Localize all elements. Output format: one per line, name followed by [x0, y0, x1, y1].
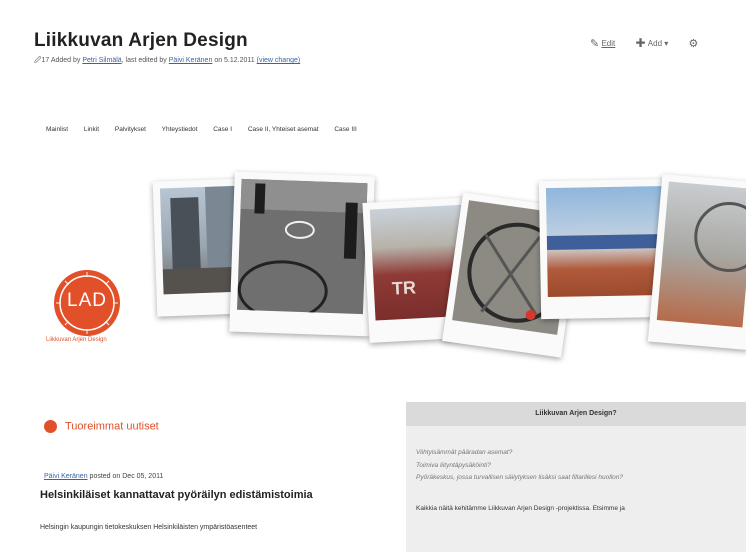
post-date: posted on Dec 05, 2011: [89, 473, 164, 480]
chevron-down-icon: ▾: [664, 38, 669, 48]
version-number: 17: [41, 57, 50, 64]
nav-item-case-2[interactable]: Case II, Yhteiset asemat: [248, 126, 319, 133]
wiki-page: Liikkuvan Arjen Design 🖉17 Added by Petr…: [0, 0, 746, 552]
edit-label: Edit: [601, 38, 616, 48]
page-metadata: 🖉17 Added by Petri Silmälä, last edited …: [34, 56, 300, 67]
main-navigation: Mainlist Linkit Palvitykset Yhteystiedot…: [46, 126, 371, 133]
sidebar-question: Viihtyisämmät pääradan asemat?: [416, 449, 513, 456]
edit-button[interactable]: ✎ Edit: [590, 37, 615, 50]
editor-link[interactable]: Päivi Keränen: [169, 57, 213, 64]
plus-icon: ✚: [635, 36, 646, 50]
view-change-link[interactable]: (view change): [257, 57, 301, 64]
edited-label: , last edited by: [121, 57, 167, 64]
sidebar-question: Pyöräkeskus, jossa turvallisen säilytyks…: [416, 474, 624, 481]
nav-item-mainlist[interactable]: Mainlist: [46, 126, 68, 133]
edit-date: on 5.12.2011: [214, 57, 255, 64]
banner-photo-bike-lane: [229, 171, 375, 337]
nav-item-linkit[interactable]: Linkit: [84, 126, 99, 133]
nav-item-case-1[interactable]: Case I: [213, 126, 232, 133]
sidebar-heading: Liikkuvan Arjen Design?: [406, 402, 746, 426]
post-excerpt: Helsingin kaupungin tietokeskuksen Helsi…: [40, 524, 258, 531]
author-link[interactable]: Petri Silmälä: [82, 57, 121, 64]
pencil-icon: ✎: [590, 37, 600, 50]
sidebar-question: Toimiva liityntäpysäköinti?: [416, 461, 491, 469]
news-heading: Tuoreimmat uutiset: [44, 420, 159, 433]
add-button[interactable]: ✚ Add ▾: [635, 36, 668, 50]
post-author-link[interactable]: Päivi Keränen: [44, 473, 88, 480]
lad-logo[interactable]: LAD: [52, 268, 122, 343]
banner-photo-bicycle: [647, 173, 746, 351]
added-by-label: Added by: [50, 57, 81, 64]
news-bullet-icon: [44, 420, 57, 433]
nav-item-palvitykset[interactable]: Palvitykset: [115, 126, 146, 133]
post-meta: Päivi Keränen posted on Dec 05, 2011: [44, 473, 163, 480]
info-sidebar: Liikkuvan Arjen Design? Viihtyisämmät pä…: [406, 402, 746, 552]
add-label: Add: [647, 38, 663, 48]
page-title: Liikkuvan Arjen Design: [34, 30, 248, 51]
post-title[interactable]: Helsinkiläiset kannattavat pyöräilyn edi…: [40, 489, 313, 501]
nav-item-yhteystiedot[interactable]: Yhteystiedot: [162, 126, 198, 133]
nav-item-case-3[interactable]: Case III: [334, 126, 356, 133]
gear-icon[interactable]: ⚙: [689, 37, 699, 50]
logo-mark-text: LAD: [67, 290, 107, 311]
news-heading-label: Tuoreimmat uutiset: [65, 420, 159, 433]
logo-caption: Liikkuvan Arjen Design: [46, 337, 107, 343]
sidebar-body: Kaikkia näitä kehitämme Liikkuvan Arjen …: [416, 505, 625, 512]
page-actions: ✎ Edit ✚ Add ▾ ⚙: [590, 36, 698, 50]
sidebar-questions: Viihtyisämmät pääradan asemat? Toimiva l…: [416, 447, 623, 485]
